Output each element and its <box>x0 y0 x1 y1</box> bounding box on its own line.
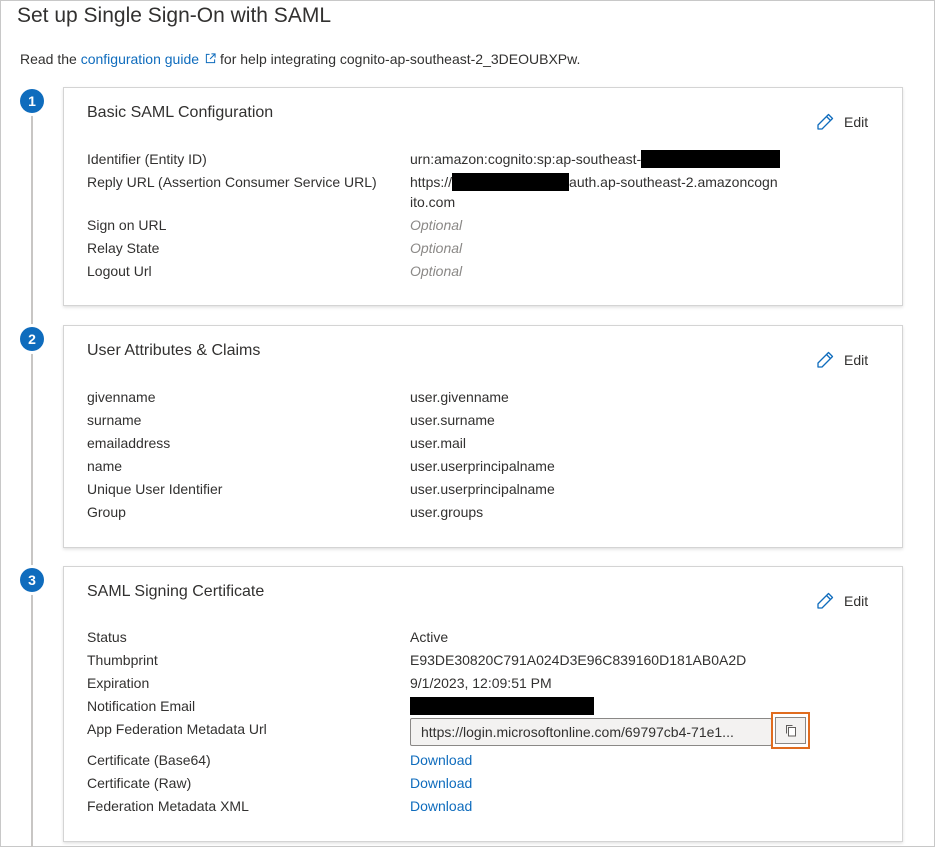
field-label: App Federation Metadata Url <box>87 721 267 737</box>
reply-url-prefix: https:// <box>410 174 453 190</box>
field-label: Notification Email <box>87 698 196 714</box>
identifier-text: urn:amazon:cognito:sp:ap-southeast- <box>410 151 642 167</box>
field-label: Status <box>87 629 127 645</box>
claim-value: user.mail <box>410 435 467 451</box>
download-federation-metadata-link[interactable]: Download <box>410 796 472 816</box>
edit-label: Edit <box>844 593 869 609</box>
intro-suffix: for help integrating cognito-ap-southeas… <box>220 51 581 67</box>
edit-signing-certificate-button[interactable]: Edit <box>815 591 868 611</box>
step-3-badge: 3 <box>20 568 44 592</box>
saml-signing-certificate-title: SAML Signing Certificate <box>87 583 265 600</box>
claim-label: Unique User Identifier <box>87 481 223 497</box>
external-link-icon[interactable] <box>205 53 216 64</box>
reply-url-value-line2: ito.com <box>410 194 456 210</box>
step-timeline <box>31 108 33 847</box>
claim-label: Group <box>87 504 126 520</box>
edit-basic-saml-button[interactable]: Edit <box>815 112 868 132</box>
pencil-icon <box>817 592 834 609</box>
metadata-url-field[interactable]: https://login.microsoftonline.com/69797c… <box>410 718 772 746</box>
user-attributes-claims-title: User Attributes & Claims <box>87 342 261 359</box>
pencil-icon <box>817 113 834 130</box>
pencil-icon <box>817 351 834 368</box>
thumbprint-value: E93DE30820C791A024D3E96C839160D181AB0A2D <box>410 652 747 668</box>
status-value: Active <box>410 629 449 645</box>
user-attributes-claims-card: User Attributes & Claims Edit givenname … <box>63 325 903 548</box>
field-label: Reply URL (Assertion Consumer Service UR… <box>87 174 377 190</box>
relay-state-value: Optional <box>410 240 463 256</box>
claim-label: name <box>87 458 123 474</box>
expiration-value: 9/1/2023, 12:09:51 PM <box>410 675 552 691</box>
edit-label: Edit <box>844 114 869 130</box>
basic-saml-configuration-card: Basic SAML Configuration Edit Identifier… <box>63 87 903 306</box>
download-certificate-raw-link[interactable]: Download <box>410 773 472 793</box>
redacted-block <box>452 173 570 191</box>
edit-user-attributes-button[interactable]: Edit <box>815 350 868 370</box>
claim-value: user.surname <box>410 412 495 428</box>
step-1-badge: 1 <box>20 89 44 113</box>
page-title: Set up Single Sign-On with SAML <box>17 4 331 27</box>
field-label: Sign on URL <box>87 217 167 233</box>
copy-button-face <box>775 717 806 744</box>
configuration-guide-link[interactable]: configuration guide <box>81 51 199 67</box>
download-certificate-base64-link[interactable]: Download <box>410 750 472 770</box>
edit-label: Edit <box>844 352 869 368</box>
redacted-block <box>410 697 594 715</box>
saml-signing-certificate-card: SAML Signing Certificate Edit Status Act… <box>63 566 903 842</box>
copy-icon <box>785 725 796 737</box>
intro-prefix: Read the <box>20 51 77 67</box>
field-label: Identifier (Entity ID) <box>87 151 207 167</box>
field-label: Relay State <box>87 240 160 256</box>
claim-value: user.userprincipalname <box>410 481 555 497</box>
reply-url-value: https:// auth.ap-southeast-2.amazoncogn <box>410 172 778 192</box>
field-label: Logout Url <box>87 263 152 279</box>
field-label: Expiration <box>87 675 150 691</box>
field-label: Certificate (Base64) <box>87 752 211 768</box>
claim-value: user.userprincipalname <box>410 458 555 474</box>
logout-url-value: Optional <box>410 263 463 279</box>
field-label: Federation Metadata XML <box>87 798 249 814</box>
claim-value: user.groups <box>410 504 484 520</box>
claim-value: user.givenname <box>410 389 509 405</box>
basic-saml-configuration-title: Basic SAML Configuration <box>87 104 274 121</box>
field-label: Thumbprint <box>87 652 158 668</box>
step-2-badge: 2 <box>20 327 44 351</box>
identifier-value: urn:amazon:cognito:sp:ap-southeast- <box>410 149 781 169</box>
copy-to-clipboard-button[interactable] <box>771 712 810 749</box>
claim-label: givenname <box>87 389 156 405</box>
sign-on-url-value: Optional <box>410 217 463 233</box>
field-label: Certificate (Raw) <box>87 775 192 791</box>
reply-url-suffix: auth.ap-southeast-2.amazoncogn <box>569 174 778 190</box>
redacted-block <box>641 150 781 168</box>
intro-text: Read the configuration guide for help int… <box>20 51 580 67</box>
claim-label: surname <box>87 412 142 428</box>
claim-label: emailaddress <box>87 435 171 451</box>
notification-email-value <box>410 696 594 716</box>
